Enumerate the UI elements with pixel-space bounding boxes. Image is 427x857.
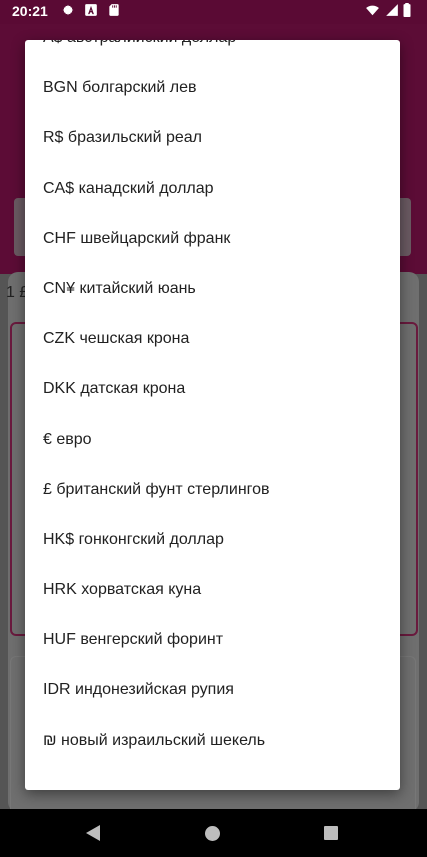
battery-icon [403, 3, 411, 17]
currency-item-dkk[interactable]: DKK датская крона [25, 364, 400, 414]
currency-item-bgn[interactable]: BGN болгарский лев [25, 63, 400, 113]
gear-icon [62, 4, 74, 16]
status-bar: 20:21 [0, 0, 427, 24]
currency-dropdown-menu[interactable]: A$ австралийский доллар BGN болгарский л… [25, 40, 400, 790]
status-time: 20:21 [12, 3, 48, 19]
back-icon[interactable] [85, 824, 101, 842]
sd-card-icon [109, 4, 119, 16]
signal-icon [386, 4, 398, 16]
currency-item-hrk[interactable]: HRK хорватская куна [25, 565, 400, 615]
currency-item-chf[interactable]: CHF швейцарский франк [25, 214, 400, 264]
font-a-icon [85, 4, 97, 16]
currency-item-huf[interactable]: HUF венгерский форинт [25, 615, 400, 665]
currency-item-eur[interactable]: € евро [25, 415, 400, 465]
home-icon[interactable] [205, 826, 220, 841]
currency-item-hkd[interactable]: HK$ гонконгский доллар [25, 515, 400, 565]
currency-item-gbp[interactable]: £ британский фунт стерлингов [25, 465, 400, 515]
currency-item-idr[interactable]: IDR индонезийская рупия [25, 665, 400, 715]
currency-item-czk[interactable]: CZK чешская крона [25, 314, 400, 364]
currency-item-aud[interactable]: A$ австралийский доллар [25, 40, 400, 63]
wifi-icon [366, 5, 379, 16]
currency-item-cny[interactable]: CN¥ китайский юань [25, 264, 400, 314]
navigation-bar [0, 809, 427, 857]
currency-item-ils[interactable]: ₪ новый израильский шекель [25, 716, 400, 766]
currency-list: A$ австралийский доллар BGN болгарский л… [25, 40, 400, 766]
currency-item-brl[interactable]: R$ бразильский реал [25, 113, 400, 163]
recents-icon[interactable] [324, 826, 338, 840]
currency-item-cad[interactable]: CA$ канадский доллар [25, 164, 400, 214]
